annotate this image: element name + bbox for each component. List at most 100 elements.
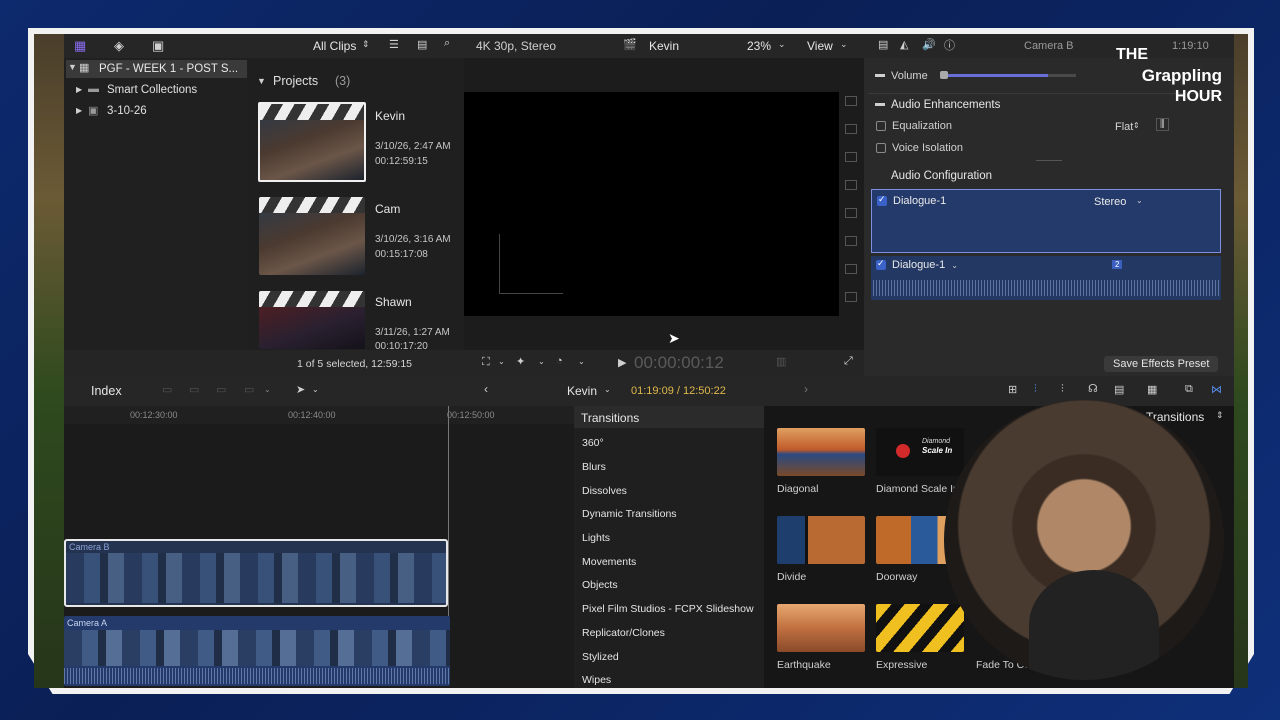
project-name[interactable]: Kevin: [375, 109, 405, 123]
forward-arrow-icon[interactable]: ›: [804, 382, 808, 396]
audio-inspector-icon[interactable]: 🔊: [922, 38, 936, 51]
volume-slider-track[interactable]: [1048, 74, 1076, 77]
zoom-menu[interactable]: 23%: [747, 39, 771, 53]
project-date: 3/10/26, 2:47 AM: [375, 141, 451, 152]
select-tool-icon[interactable]: ➤: [296, 383, 305, 396]
resize-handle[interactable]: [1036, 160, 1062, 161]
project-thumbnail[interactable]: [258, 102, 366, 182]
volume-slider-knob[interactable]: [940, 71, 948, 79]
category-item[interactable]: Pixel Film Studios - FCPX Slideshow: [582, 603, 754, 615]
effects-browser-icon[interactable]: ▦: [1147, 383, 1157, 396]
stepper-icon[interactable]: ⇕: [1216, 410, 1224, 421]
category-item[interactable]: Movements: [582, 556, 636, 568]
volume-icon: ▬: [875, 69, 885, 80]
inspector-clip-name: Camera B: [1024, 40, 1074, 52]
category-item[interactable]: Dynamic Transitions: [582, 508, 677, 520]
library-name[interactable]: PGF - WEEK 1 - POST S...: [99, 63, 238, 75]
category-item[interactable]: Dissolves: [582, 485, 627, 497]
voice-isolation-checkbox[interactable]: [876, 143, 886, 153]
headphones-icon[interactable]: ☊: [1088, 382, 1098, 395]
project-thumbnail[interactable]: [259, 291, 365, 349]
smart-collections-item[interactable]: Smart Collections: [107, 84, 197, 96]
category-item[interactable]: 360°: [582, 437, 604, 449]
transition-tile[interactable]: [876, 604, 964, 652]
filmstrip-view-icon[interactable]: ▤: [417, 38, 427, 51]
disclosure-open-icon[interactable]: ▼: [257, 76, 266, 86]
view-menu[interactable]: View: [807, 39, 833, 53]
project-name[interactable]: Cam: [375, 202, 400, 216]
transition-tile[interactable]: [777, 516, 865, 564]
project-thumbnail[interactable]: [259, 197, 365, 275]
audio-component-row[interactable]: Dialogue-1 ⌄ 2: [871, 256, 1221, 300]
play-icon[interactable]: ▶: [618, 356, 626, 369]
transition-tile[interactable]: [777, 604, 865, 652]
transition-tile[interactable]: [777, 428, 865, 476]
overwrite-clip-icon[interactable]: ▭: [244, 383, 254, 396]
equalization-menu[interactable]: Flat: [1115, 121, 1133, 133]
filter-stepper-icon[interactable]: ⇕: [362, 39, 370, 50]
audio-skimming-icon[interactable]: ⫶: [1034, 383, 1037, 396]
clip-camera-a[interactable]: Camera A: [64, 616, 450, 686]
component-checkbox[interactable]: [877, 194, 887, 206]
all-clips-filter[interactable]: All Clips: [313, 39, 356, 53]
color-inspector-icon[interactable]: ◭: [900, 38, 908, 51]
channel-mode-menu[interactable]: Stereo: [1094, 196, 1126, 208]
timecode-display[interactable]: 00:00:00:12: [634, 353, 724, 373]
chevron-down-icon[interactable]: ⌄: [604, 385, 611, 394]
titles-generators-icon[interactable]: ▣: [152, 38, 164, 54]
viewer-canvas[interactable]: [464, 92, 839, 316]
project-name[interactable]: Shawn: [375, 295, 412, 309]
fullscreen-icon[interactable]: ⤢: [844, 355, 853, 368]
chevron-down-icon[interactable]: ⌄: [578, 357, 585, 366]
category-item[interactable]: Objects: [582, 579, 618, 591]
connect-clip-icon[interactable]: ▭: [162, 383, 172, 396]
disclosure-closed-icon[interactable]: ▶: [76, 85, 82, 94]
transform-icon[interactable]: ⛶: [482, 356, 490, 369]
solo-icon[interactable]: ⫶: [1061, 383, 1064, 396]
transitions-browser-icon[interactable]: ⧉: [1185, 383, 1193, 396]
chevron-down-icon[interactable]: ⌄: [778, 39, 786, 50]
photos-audio-icon[interactable]: ◈: [114, 38, 124, 54]
chevron-down-icon[interactable]: ⌄: [840, 39, 848, 50]
event-item[interactable]: 3-10-26: [107, 105, 147, 117]
timeline-index-icon[interactable]: ⋈: [1211, 383, 1222, 396]
category-item[interactable]: Blurs: [582, 461, 606, 473]
enhance-wand-icon[interactable]: ✦: [516, 355, 525, 368]
category-item[interactable]: Wipes: [582, 674, 611, 686]
list-view-icon[interactable]: ☰: [389, 38, 399, 51]
category-item[interactable]: Replicator/Clones: [582, 627, 665, 639]
chevron-down-icon[interactable]: ⌄: [951, 261, 958, 270]
volume-slider-fill[interactable]: [942, 74, 1048, 77]
back-arrow-icon[interactable]: ‹: [484, 382, 488, 396]
clip-camera-b[interactable]: Camera B: [64, 539, 448, 607]
chevron-down-icon[interactable]: ⌄: [538, 357, 545, 366]
category-item[interactable]: Lights: [582, 532, 610, 544]
category-item[interactable]: Stylized: [582, 651, 619, 663]
retime-icon[interactable]: ◔: [556, 355, 563, 367]
video-inspector-icon[interactable]: ▤: [878, 38, 888, 51]
timeline-project-menu[interactable]: Kevin: [567, 384, 597, 398]
transition-tile[interactable]: Diamond Scale In: [876, 428, 964, 476]
disclosure-open-icon[interactable]: ▼: [68, 62, 77, 72]
chevron-down-icon[interactable]: ⌄: [264, 385, 271, 394]
chevron-down-icon[interactable]: ⌄: [312, 385, 319, 394]
append-clip-icon[interactable]: ▭: [216, 383, 226, 396]
clip-appearance-icon[interactable]: ▤: [1114, 383, 1124, 396]
component-checkbox[interactable]: [876, 258, 886, 270]
audio-component-selected[interactable]: Dialogue-1 Stereo ⌄: [871, 189, 1221, 253]
skimming-icon[interactable]: ⊞: [1008, 383, 1017, 396]
equalization-checkbox[interactable]: [876, 121, 886, 131]
chevron-down-icon[interactable]: ⌄: [498, 357, 505, 366]
index-button[interactable]: Index: [91, 384, 122, 398]
library-icon[interactable]: ▦: [74, 38, 86, 54]
stepper-icon[interactable]: ⇕: [1133, 121, 1140, 130]
disclosure-closed-icon[interactable]: ▶: [76, 106, 82, 115]
timeline-ruler[interactable]: 00:12:30:00 00:12:40:00 00:12:50:00: [64, 406, 574, 424]
equalizer-icon[interactable]: ⫼: [1156, 118, 1169, 131]
clip-label: Camera B: [69, 542, 110, 552]
chevron-down-icon[interactable]: ⌄: [1136, 196, 1143, 205]
insert-clip-icon[interactable]: ▭: [189, 383, 199, 396]
search-icon[interactable]: ⌕: [444, 37, 450, 50]
save-effects-preset-button[interactable]: Save Effects Preset: [1104, 356, 1218, 372]
info-inspector-icon[interactable]: ⓘ: [944, 37, 955, 53]
